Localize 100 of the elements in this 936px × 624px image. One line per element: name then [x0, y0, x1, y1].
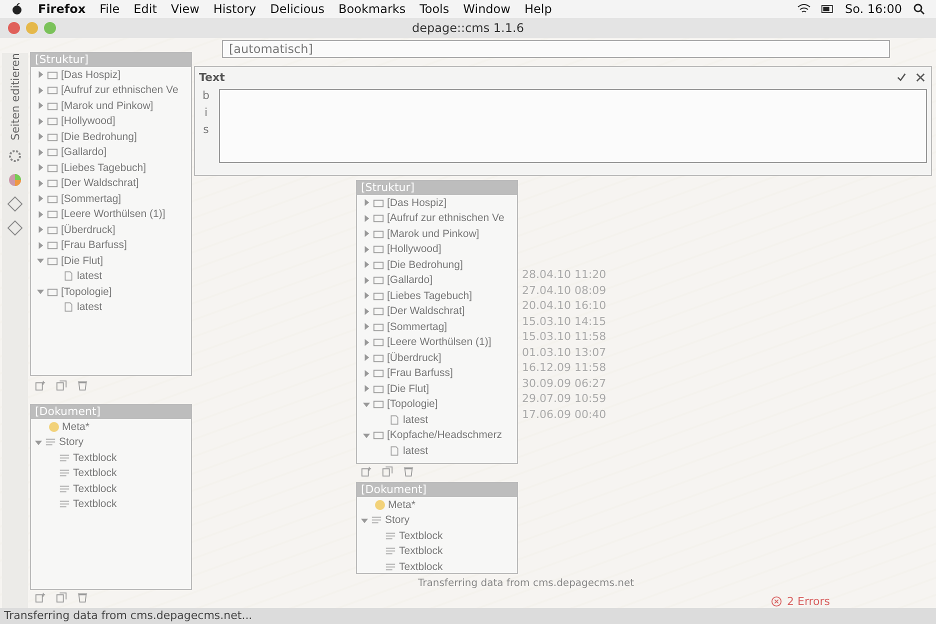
menu-item[interactable]: Tools — [420, 2, 450, 16]
tree-item[interactable]: Textblock — [73, 452, 117, 464]
expanded-triangle-icon[interactable] — [363, 400, 370, 408]
tree-item[interactable]: [Sommertag] — [61, 192, 122, 205]
copy-icon[interactable] — [55, 380, 68, 391]
tree-item[interactable]: Meta* — [388, 498, 416, 511]
error-count[interactable]: 2 Errors — [787, 595, 830, 608]
collapsed-triangle-icon[interactable] — [37, 133, 44, 140]
format-button[interactable]: i — [199, 106, 213, 119]
copy-icon[interactable] — [55, 592, 68, 603]
clock[interactable]: So. 16:00 — [845, 2, 902, 16]
tree-item[interactable]: Story — [385, 514, 410, 526]
tree-item[interactable]: [Das Hospiz] — [387, 196, 447, 209]
wifi-icon[interactable] — [797, 3, 812, 15]
tree-item[interactable]: Textblock — [399, 530, 443, 542]
tree-item[interactable]: [Liebes Tagebuch] — [61, 162, 146, 174]
tree-item[interactable]: latest — [77, 301, 102, 314]
menu-item[interactable]: File — [100, 2, 120, 16]
tree-item[interactable]: [Leere Worthülsen (1)] — [61, 208, 166, 220]
collapsed-triangle-icon[interactable] — [363, 276, 370, 284]
new-page-icon[interactable] — [360, 466, 373, 477]
collapsed-triangle-icon[interactable] — [363, 246, 370, 253]
tree-item[interactable]: Textblock — [399, 560, 443, 573]
tree-item[interactable]: [Marok und Pinkow] — [387, 228, 480, 240]
tree-item[interactable]: [Aufruf zur ethnischen Ve — [61, 84, 178, 96]
tree-item[interactable]: [Der Waldschrat] — [61, 177, 139, 190]
tree-item[interactable]: [Frau Barfuss] — [387, 367, 453, 380]
tree-item[interactable]: [Aufruf zur ethnischen Ve — [387, 212, 504, 224]
tree-item[interactable]: [Frau Barfuss] — [61, 239, 127, 252]
collapsed-triangle-icon[interactable] — [363, 292, 370, 300]
address-field[interactable]: [automatisch] — [222, 40, 890, 58]
collapsed-triangle-icon[interactable] — [363, 385, 370, 392]
tree-item[interactable]: [Hollywood] — [387, 243, 442, 256]
tree-item[interactable]: [Das Hospiz] — [61, 68, 121, 81]
collapsed-triangle-icon[interactable] — [363, 338, 370, 346]
expanded-triangle-icon[interactable] — [37, 288, 44, 296]
expanded-triangle-icon[interactable] — [37, 257, 44, 264]
collapsed-triangle-icon[interactable] — [37, 180, 44, 187]
close-icon[interactable] — [914, 72, 927, 82]
format-button[interactable]: s — [199, 123, 213, 136]
expanded-triangle-icon[interactable] — [35, 438, 42, 446]
collapsed-triangle-icon[interactable] — [37, 148, 44, 156]
collapsed-triangle-icon[interactable] — [37, 118, 44, 125]
tree-item[interactable]: Textblock — [73, 467, 117, 480]
battery-icon[interactable] — [821, 3, 836, 15]
collapsed-triangle-icon[interactable] — [37, 164, 44, 172]
tree-item[interactable]: [Marok und Pinkow] — [61, 100, 154, 112]
menu-item[interactable]: Bookmarks — [338, 2, 406, 16]
menu-item[interactable]: Help — [524, 2, 552, 16]
tree-item[interactable]: [Die Flut] — [387, 382, 430, 395]
tree-item[interactable]: [Die Flut] — [61, 254, 104, 267]
check-icon[interactable] — [895, 72, 908, 82]
tree-item[interactable]: [Topologie] — [387, 398, 438, 410]
tree-item[interactable]: latest — [403, 444, 428, 457]
collapsed-triangle-icon[interactable] — [363, 323, 370, 330]
tree-item[interactable]: [Überdruck] — [387, 352, 442, 364]
tree-item[interactable]: [Gallardo] — [61, 146, 107, 158]
collapsed-triangle-icon[interactable] — [37, 102, 44, 110]
tree-item[interactable]: [Die Bedrohung] — [387, 258, 463, 271]
menu-item[interactable]: Window — [463, 2, 510, 16]
tree-item[interactable]: [Liebes Tagebuch] — [387, 290, 472, 302]
side-tab[interactable]: Seiten editieren — [8, 53, 22, 140]
search-icon[interactable] — [912, 3, 926, 15]
trash-icon[interactable] — [76, 592, 89, 603]
expanded-triangle-icon[interactable] — [361, 516, 368, 524]
diamond-icon[interactable] — [7, 196, 23, 212]
tree-item[interactable]: [Die Bedrohung] — [61, 130, 137, 143]
format-button[interactable]: b — [199, 89, 213, 102]
tree-item[interactable]: [Hollywood] — [61, 115, 116, 128]
zoom-button[interactable] — [44, 22, 56, 34]
tree-item[interactable]: [Kopfache/Headschmerz — [387, 429, 502, 442]
collapsed-triangle-icon[interactable] — [363, 214, 370, 222]
menu-item[interactable]: View — [170, 2, 200, 16]
tree-item[interactable]: [Sommertag] — [387, 320, 448, 333]
trash-icon[interactable] — [76, 380, 89, 391]
collapsed-triangle-icon[interactable] — [37, 86, 44, 94]
menu-item[interactable]: Edit — [134, 2, 157, 16]
menu-item[interactable]: History — [213, 2, 256, 16]
new-page-icon[interactable] — [34, 380, 47, 391]
collapsed-triangle-icon[interactable] — [37, 210, 44, 218]
collapsed-triangle-icon[interactable] — [37, 226, 44, 234]
tree-item[interactable]: latest — [403, 414, 428, 426]
tree-item[interactable]: latest — [77, 270, 102, 282]
app-menu[interactable]: Firefox — [38, 2, 86, 16]
collapsed-triangle-icon[interactable] — [363, 261, 370, 268]
new-page-icon[interactable] — [34, 592, 47, 603]
tree-item[interactable]: Textblock — [399, 545, 443, 558]
collapsed-triangle-icon[interactable] — [363, 370, 370, 377]
tree-item[interactable]: [Der Waldschrat] — [387, 305, 465, 318]
diamond-icon[interactable] — [7, 220, 23, 236]
minimize-button[interactable] — [26, 22, 38, 34]
collapsed-triangle-icon[interactable] — [363, 308, 370, 315]
close-button[interactable] — [8, 22, 20, 34]
tree-item[interactable]: Story — [59, 436, 84, 448]
trash-icon[interactable] — [402, 466, 415, 477]
collapsed-triangle-icon[interactable] — [363, 230, 370, 238]
collapsed-triangle-icon[interactable] — [37, 71, 44, 78]
copy-icon[interactable] — [381, 466, 394, 477]
tree-item[interactable]: [Überdruck] — [61, 224, 116, 236]
tree-item[interactable]: [Topologie] — [61, 286, 112, 298]
